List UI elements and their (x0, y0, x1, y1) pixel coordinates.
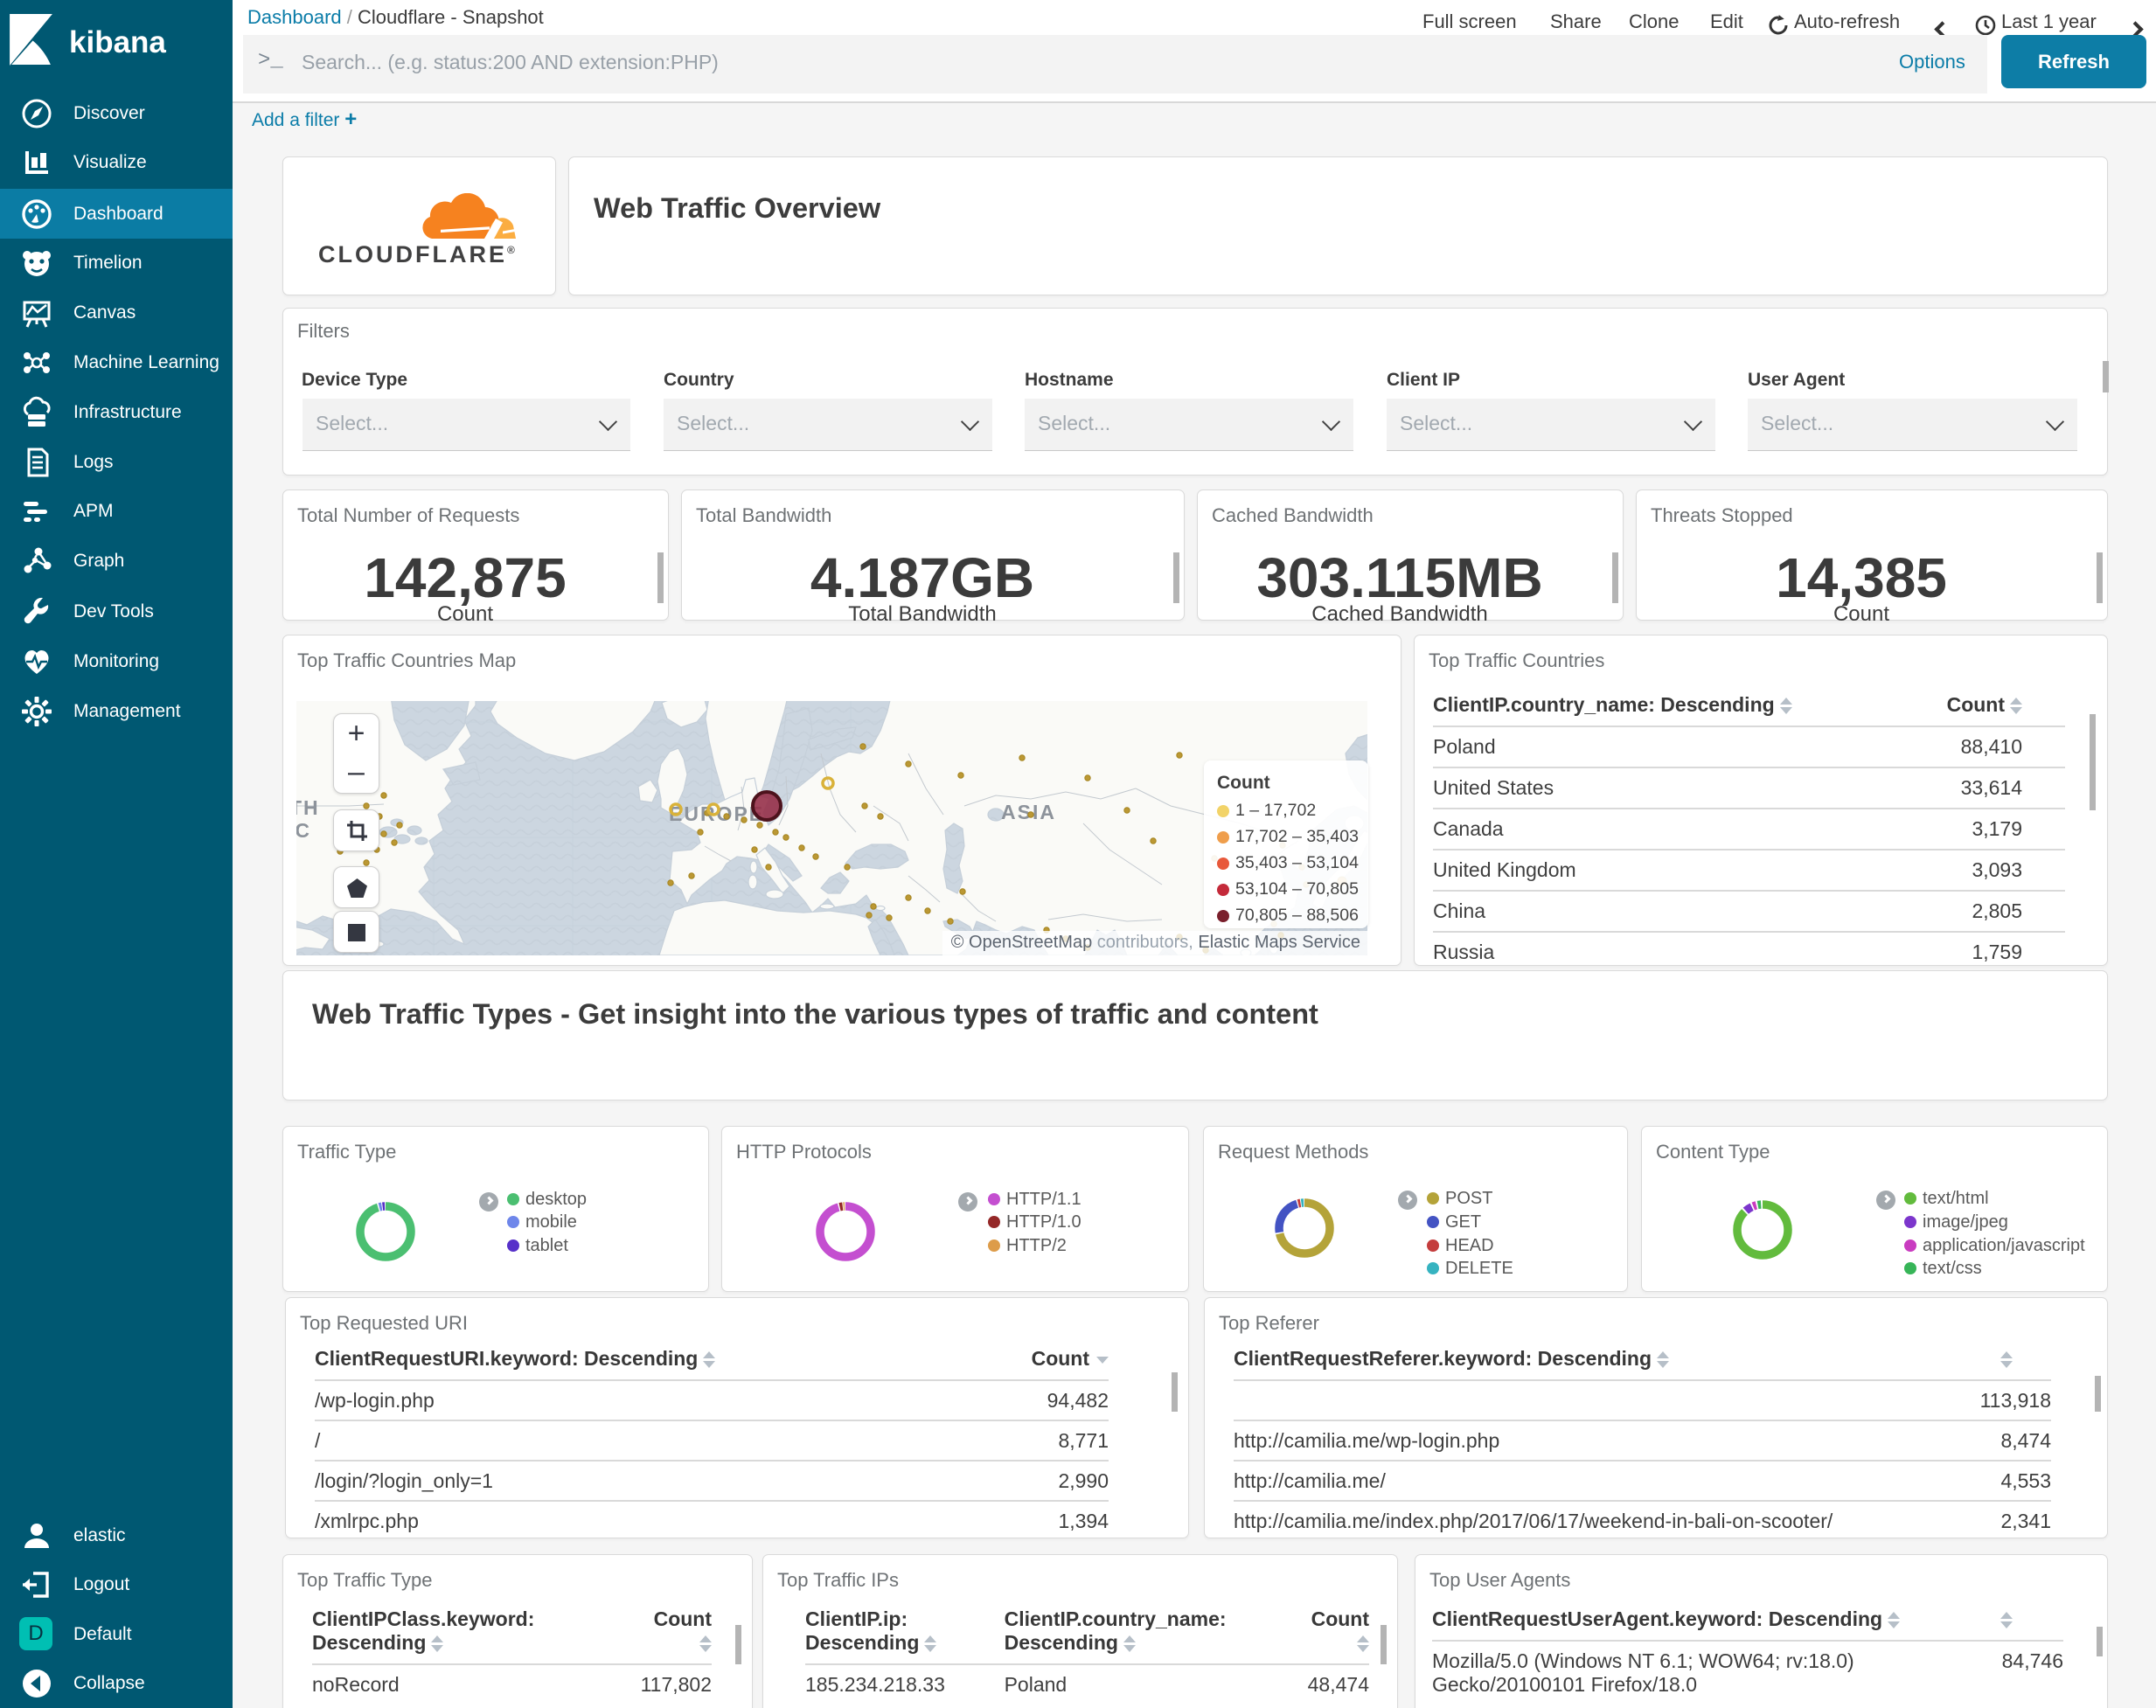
svg-text:ASIA: ASIA (1001, 801, 1056, 823)
svg-text:TH: TH (296, 796, 320, 819)
svg-text:IC: IC (296, 819, 311, 842)
